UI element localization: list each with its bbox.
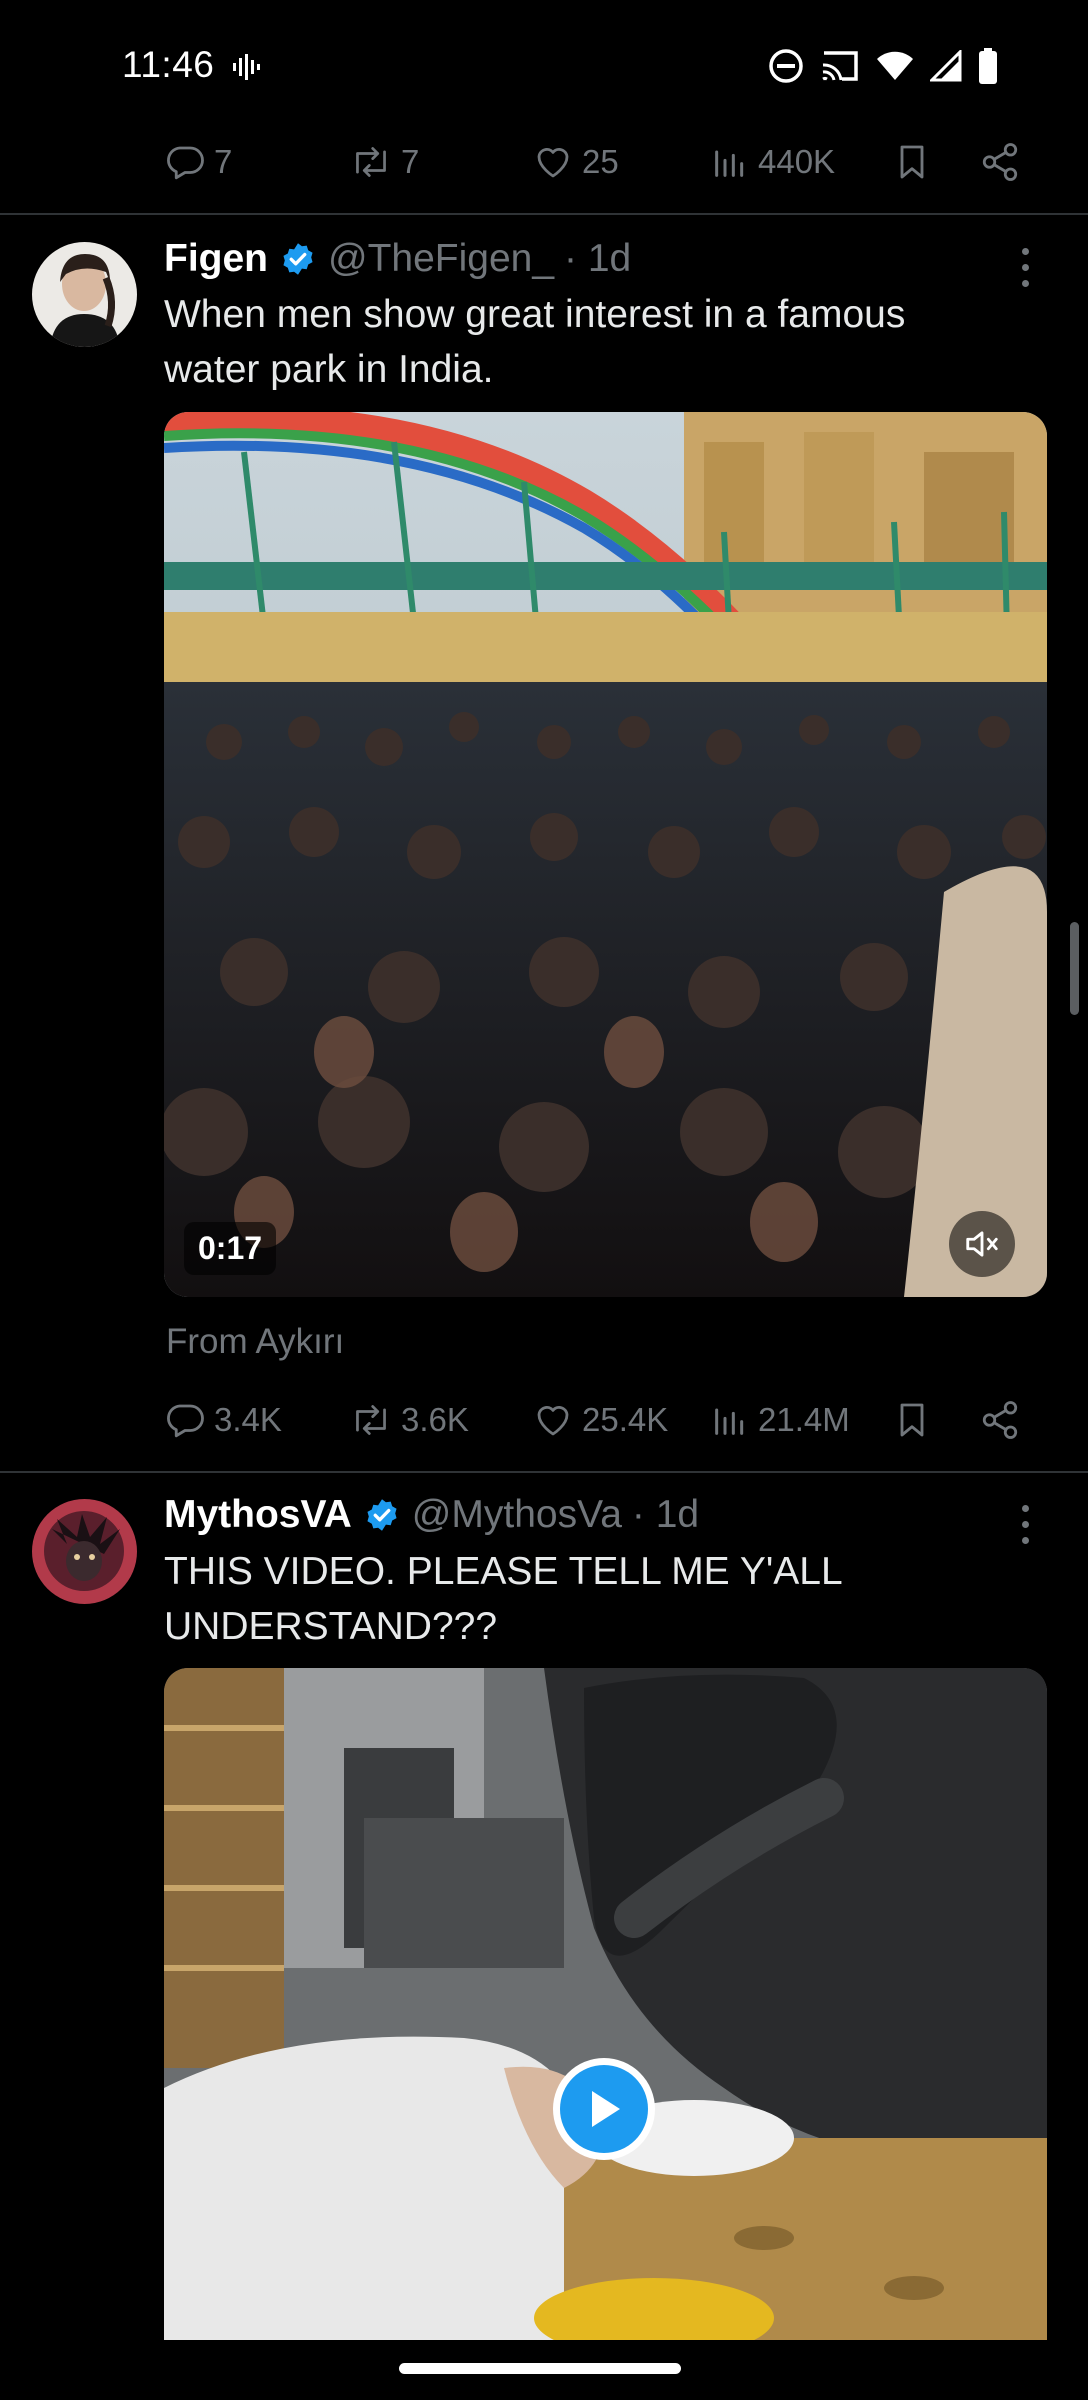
reply-count: 3.4K <box>214 1401 282 1438</box>
signal-icon <box>930 50 962 82</box>
tweet-text-line: UNDERSTAND??? <box>164 1605 498 1648</box>
views-count: 440K <box>758 143 836 180</box>
tweet-text-line: When men show great interest in a famous <box>164 293 906 336</box>
repost-icon <box>356 147 386 177</box>
reply-button[interactable]: 7 <box>164 132 232 192</box>
play-icon <box>592 2091 620 2127</box>
tweet-text: THIS VIDEO. PLEASE TELL ME Y'ALL UNDERST… <box>164 1544 1034 1654</box>
verified-badge-icon <box>364 1497 400 1533</box>
share-button[interactable] <box>979 1390 1021 1450</box>
tweet-text-line: THIS VIDEO. PLEASE TELL ME Y'ALL <box>164 1550 843 1593</box>
video-player[interactable] <box>164 1668 1047 2340</box>
reply-icon <box>167 1404 204 1438</box>
home-indicator[interactable] <box>399 2363 681 2374</box>
heart-icon <box>537 1406 569 1436</box>
tweet-text-line: water park in India. <box>164 348 494 391</box>
video-frame <box>164 412 1047 1297</box>
divider <box>0 1471 1088 1473</box>
share-icon <box>982 143 1018 181</box>
share-icon <box>982 1401 1018 1439</box>
dnd-icon <box>769 49 803 83</box>
author-handle[interactable]: @MythosVa <box>412 1493 622 1537</box>
author-name[interactable]: MythosVA <box>164 1493 352 1537</box>
battery-icon <box>979 48 997 84</box>
bookmark-button[interactable] <box>892 132 932 192</box>
like-count: 25.4K <box>582 1401 669 1438</box>
like-count: 25 <box>582 143 619 180</box>
video-duration: 0:17 <box>184 1222 277 1275</box>
tweet-header: MythosVA @MythosVa · 1d <box>164 1490 699 1540</box>
status-time: 11:46 <box>122 44 215 85</box>
muted-speaker-icon <box>966 1231 998 1257</box>
verified-badge-icon <box>280 241 316 277</box>
tweet-time: · 1d <box>631 1493 700 1536</box>
tweet-text: When men show great interest in a famous… <box>164 287 1034 397</box>
like-button[interactable]: 25.4K <box>532 1390 668 1450</box>
heart-icon <box>537 148 569 178</box>
repost-button[interactable]: 3.6K <box>349 1390 469 1450</box>
divider <box>0 213 1088 215</box>
mute-button[interactable] <box>949 1211 1015 1277</box>
scrollbar[interactable] <box>1070 922 1079 1015</box>
reply-count: 7 <box>214 143 233 180</box>
tweet-header: Figen @TheFigen_ · 1d <box>164 234 631 284</box>
views-button[interactable]: 440K <box>710 132 835 192</box>
play-button[interactable] <box>553 2058 655 2160</box>
video-player[interactable]: 0:17 <box>164 412 1047 1297</box>
cast-icon <box>822 51 858 81</box>
bookmark-button[interactable] <box>892 1390 932 1450</box>
tweet-time: · 1d <box>564 237 632 280</box>
views-icon <box>715 150 744 177</box>
video-source[interactable]: From Aykırı <box>166 1322 344 1362</box>
reply-icon <box>167 146 204 180</box>
repost-icon <box>356 1405 386 1435</box>
reply-button[interactable]: 3.4K <box>164 1390 282 1450</box>
repost-button[interactable]: 7 <box>349 132 419 192</box>
video-frame <box>164 1668 1047 2340</box>
bookmark-icon <box>900 1403 924 1437</box>
like-button[interactable]: 25 <box>532 132 619 192</box>
avatar[interactable] <box>32 1499 137 1604</box>
author-handle[interactable]: @TheFigen_ <box>328 237 554 281</box>
views-icon <box>715 1408 744 1435</box>
status-bar: 11:46 <box>0 0 1088 130</box>
bookmark-icon <box>900 145 924 179</box>
repost-count: 7 <box>401 143 420 180</box>
wifi-icon <box>877 51 913 80</box>
previous-tweet-actions: 7 7 25 440K <box>164 132 1034 192</box>
avatar[interactable] <box>32 242 137 347</box>
tweet-actions: 3.4K 3.6K 25.4K 21.4M <box>164 1390 1034 1450</box>
views-count: 21.4M <box>758 1401 850 1438</box>
voicemail-wave-icon <box>233 54 260 80</box>
author-name[interactable]: Figen <box>164 237 268 281</box>
repost-count: 3.6K <box>401 1401 469 1438</box>
share-button[interactable] <box>979 132 1021 192</box>
views-button[interactable]: 21.4M <box>710 1390 850 1450</box>
